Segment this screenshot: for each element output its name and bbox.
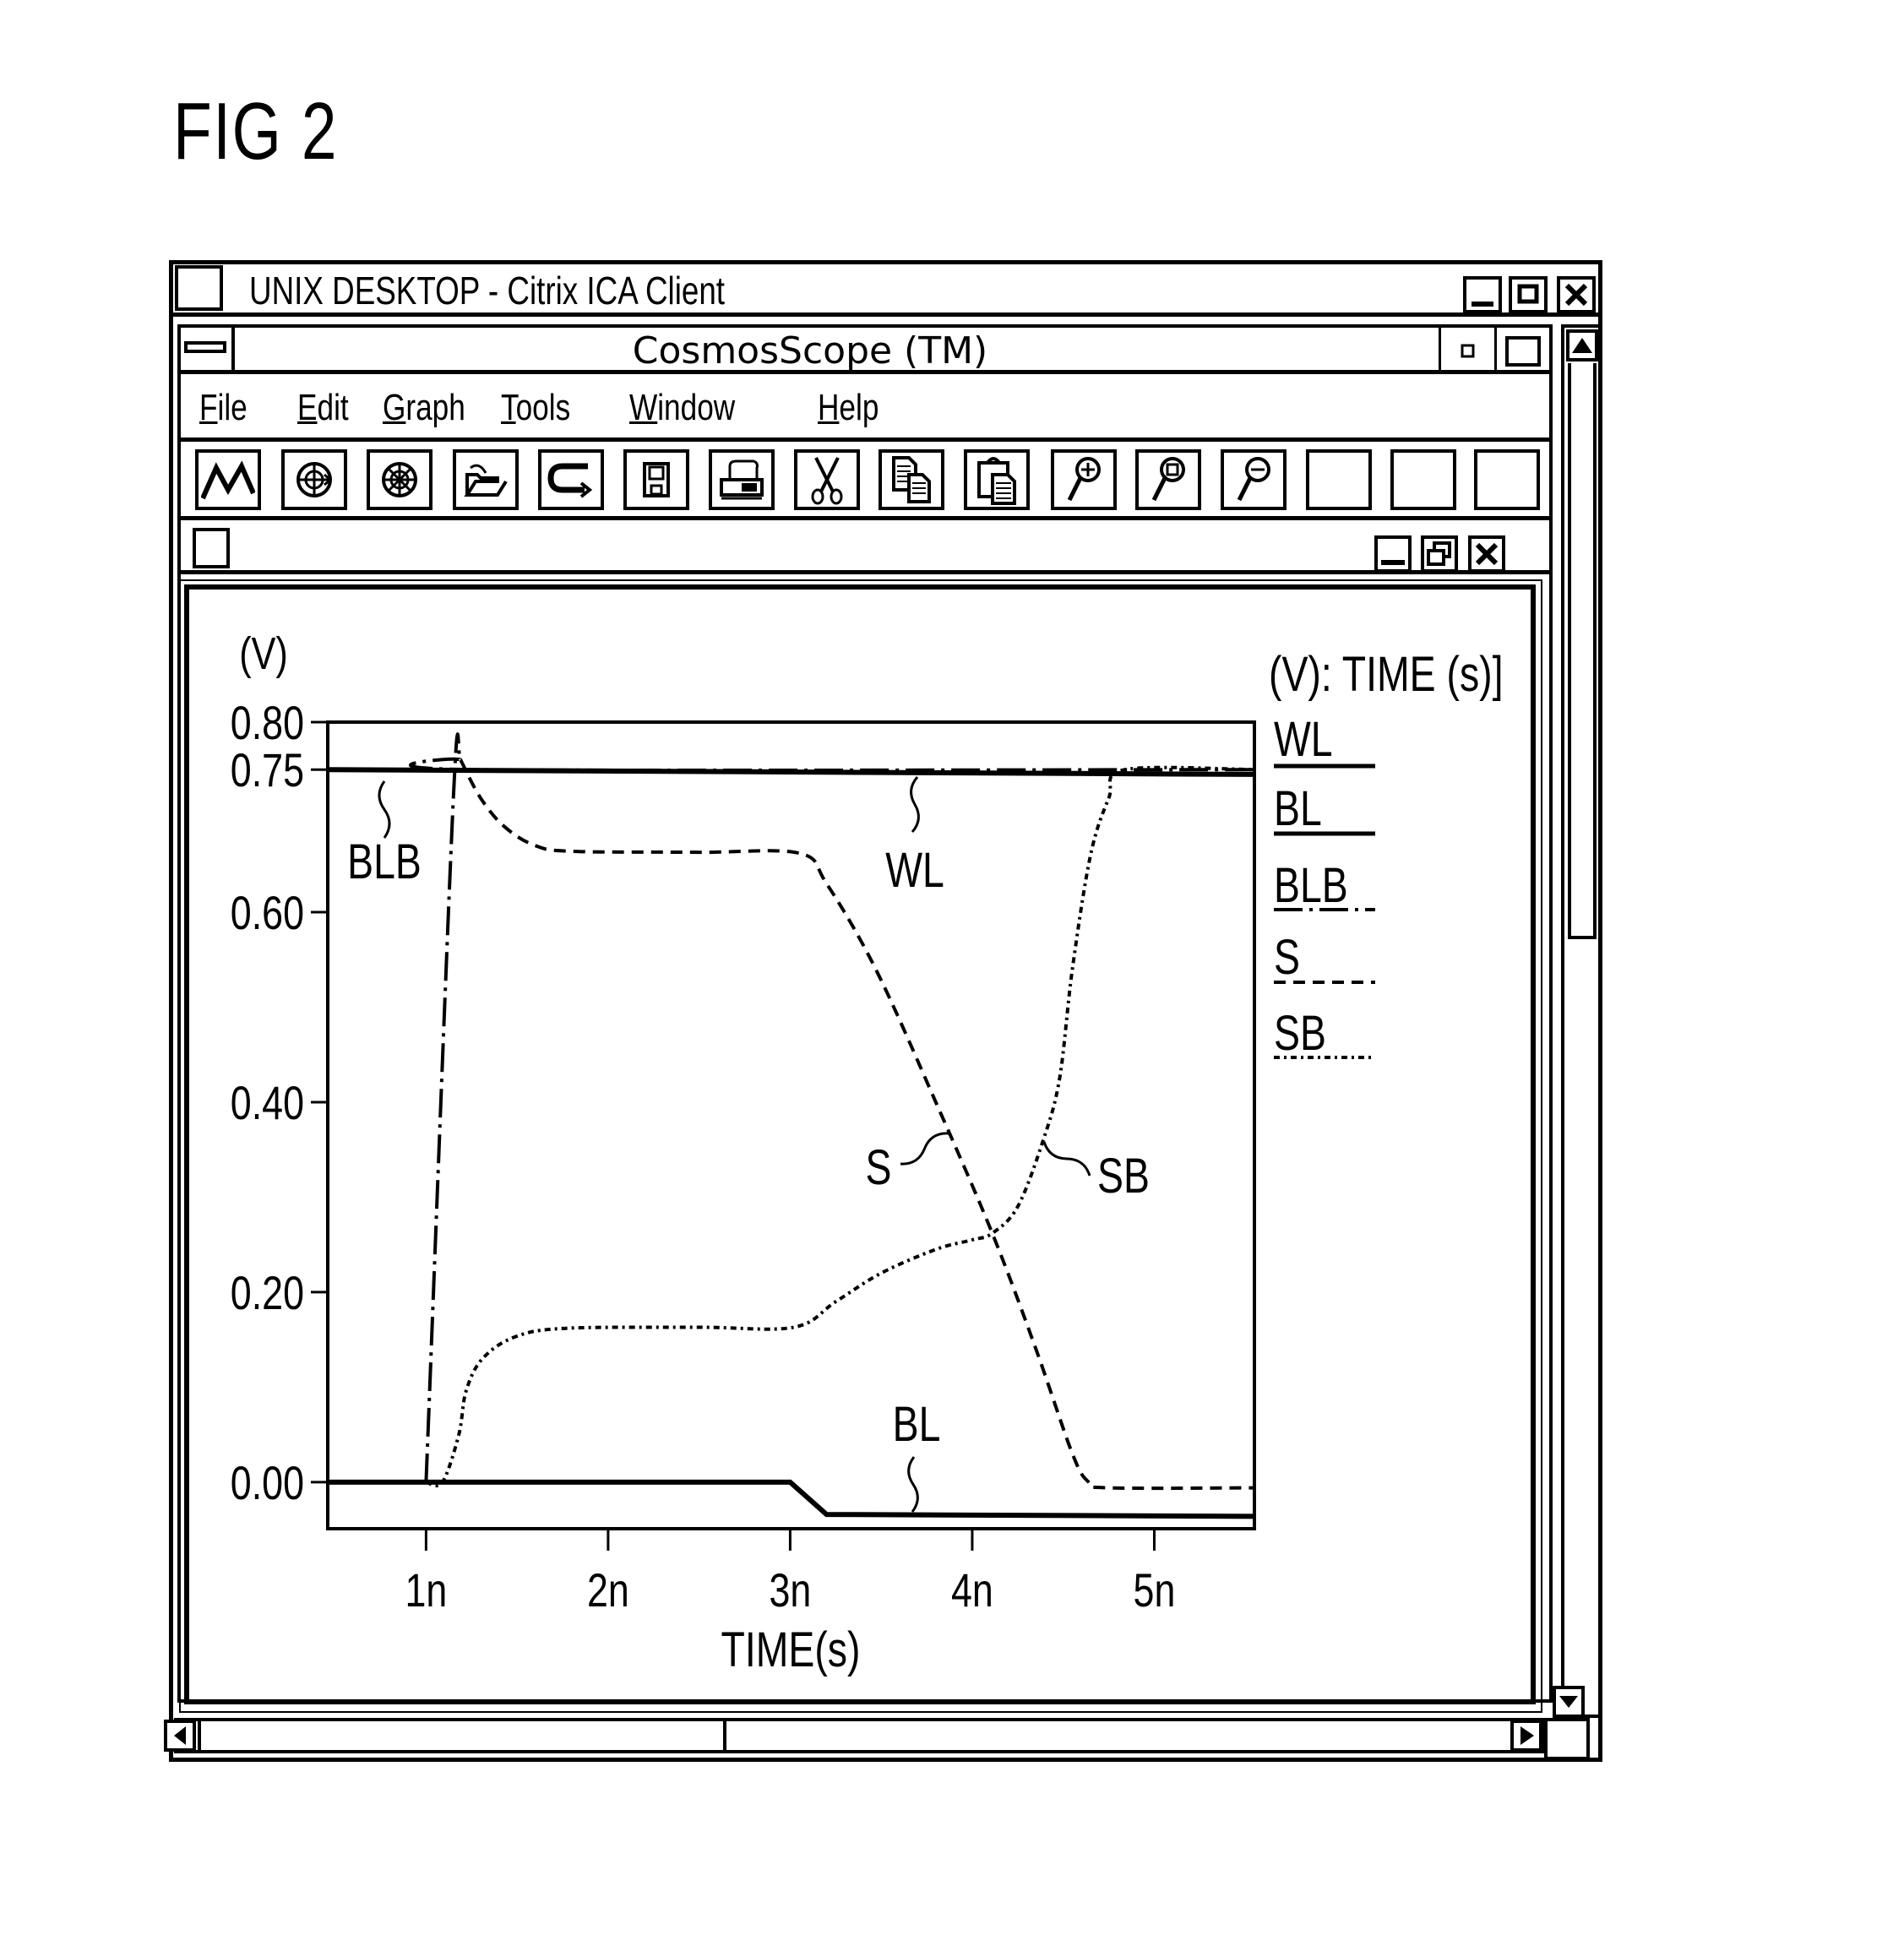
vertical-scroll-thumb[interactable] xyxy=(1568,363,1597,939)
waveform-chart: 0.800.75 0.60 0.40 0.20 0.00 1n 2n 3n 4n 5n (V) TIM… xyxy=(231,629,1504,1678)
y-tick-label: 0.80 xyxy=(231,696,304,749)
legend-label-s: S xyxy=(1274,930,1300,985)
scroll-left-button[interactable] xyxy=(164,1720,196,1752)
y-tick-label: 0.40 xyxy=(231,1076,304,1129)
annotation-label-s: S xyxy=(866,1140,892,1195)
scrollbar-corner xyxy=(1544,1718,1590,1760)
annotation-label-wl: WL xyxy=(885,843,944,898)
legend-header: (V): TIME (s)] xyxy=(1269,647,1503,702)
x-tick-label: 4n xyxy=(951,1563,993,1617)
scroll-up-button[interactable] xyxy=(1566,329,1598,361)
y-tick-label: 0.60 xyxy=(231,886,304,939)
annotation-leader-bl xyxy=(907,1456,919,1513)
arrow-up-icon xyxy=(1572,338,1592,353)
annotation-leader-wl xyxy=(910,776,920,833)
x-tick-label: 2n xyxy=(587,1563,629,1617)
scroll-down-button[interactable] xyxy=(1553,1686,1585,1718)
scroll-right-button[interactable] xyxy=(1510,1720,1542,1752)
annotation-leader-blb xyxy=(378,780,391,839)
arrow-left-icon xyxy=(174,1726,186,1745)
legend-label-bl: BL xyxy=(1274,781,1322,836)
horizontal-scroll-thumb[interactable] xyxy=(198,1718,726,1753)
y-tick-label: 0.20 xyxy=(231,1266,304,1319)
annotation-label-blb: BLB xyxy=(347,834,422,889)
series-line-sb xyxy=(425,765,1255,1488)
annotation-leader-s xyxy=(900,1132,949,1166)
plot-frame xyxy=(326,720,1256,1530)
legend-label-blb: BLB xyxy=(1274,858,1348,913)
annotation-leader-sb xyxy=(1042,1141,1091,1177)
y-axis-label: (V) xyxy=(239,629,288,680)
legend-label-wl: WL xyxy=(1274,712,1333,767)
y-tick-label: 0.00 xyxy=(231,1456,304,1509)
x-tick-label: 1n xyxy=(405,1563,447,1617)
annotation-label-bl: BL xyxy=(893,1397,941,1452)
x-tick-label: 5n xyxy=(1134,1563,1176,1617)
y-tick-label: 0.75 xyxy=(231,743,304,796)
arrow-down-icon xyxy=(1559,1696,1578,1708)
annotation-label-sb: SB xyxy=(1097,1149,1150,1204)
x-tick-label: 3n xyxy=(770,1563,812,1617)
legend-label-sb: SB xyxy=(1274,1006,1326,1061)
x-axis-label: TIME(s) xyxy=(721,1622,861,1677)
arrow-right-icon xyxy=(1520,1726,1534,1745)
series-line-s xyxy=(459,759,1255,1491)
